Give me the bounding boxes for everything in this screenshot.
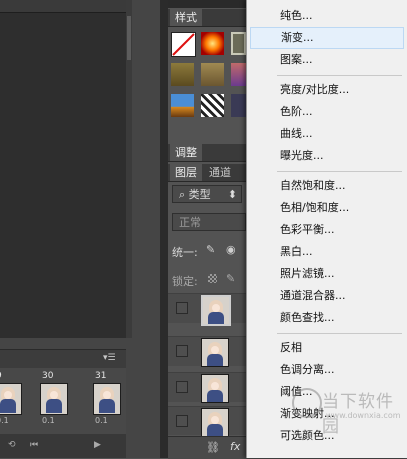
animation-frame[interactable]: 30 0.1 bbox=[40, 371, 68, 429]
style-swatch[interactable] bbox=[231, 63, 246, 86]
menu-item-pattern[interactable]: 图案... bbox=[250, 49, 404, 71]
menu-separator bbox=[277, 171, 402, 172]
menu-item-photo-filter[interactable]: 照片滤镜... bbox=[250, 263, 404, 285]
layer-thumbnail bbox=[201, 338, 229, 367]
frame-thumbnail bbox=[0, 383, 22, 415]
lock-brush-icon[interactable]: ✎ bbox=[226, 272, 235, 285]
unify-visibility-icon[interactable]: ◉ bbox=[226, 243, 236, 256]
blend-mode-value: 正常 bbox=[179, 216, 201, 229]
kind-filter-value: 类型 bbox=[188, 188, 211, 201]
frame-number: 9 bbox=[0, 371, 2, 381]
menu-item-posterize[interactable]: 色调分离... bbox=[250, 359, 404, 381]
layer-filter-select[interactable]: ⌕ 类型 ⬍ bbox=[172, 185, 242, 203]
style-swatch[interactable] bbox=[201, 63, 224, 86]
menu-item-color-balance[interactable]: 色彩平衡... bbox=[250, 219, 404, 241]
menu-item-curves[interactable]: 曲线... bbox=[250, 123, 404, 145]
visibility-toggle[interactable] bbox=[176, 415, 188, 427]
menu-item-invert[interactable]: 反相 bbox=[250, 337, 404, 359]
document-scrollbar-thumb[interactable] bbox=[127, 16, 131, 60]
panel-menu-icon[interactable]: ▾☰ bbox=[103, 353, 116, 363]
menu-item-vibrance[interactable]: 自然饱和度... bbox=[250, 175, 404, 197]
frame-number: 31 bbox=[95, 371, 107, 381]
lock-label: 锁定: bbox=[172, 275, 198, 288]
menu-item-gradient[interactable]: 渐变... bbox=[250, 27, 404, 49]
loop-icon[interactable]: ⟲ bbox=[8, 440, 16, 450]
style-swatch[interactable] bbox=[231, 32, 246, 55]
unify-position-icon[interactable]: ✎ bbox=[206, 243, 215, 256]
document-canvas[interactable] bbox=[0, 0, 127, 338]
menu-separator bbox=[277, 333, 402, 334]
menu-item-solid-color[interactable]: 纯色... bbox=[250, 5, 404, 27]
timeline-footer bbox=[0, 434, 126, 458]
layer-thumbnail bbox=[201, 374, 229, 403]
visibility-toggle[interactable] bbox=[176, 381, 188, 393]
dock-divider[interactable] bbox=[160, 0, 168, 458]
animation-frames: 9 0.1 30 0.1 31 0.1 bbox=[0, 368, 126, 434]
watermark-url: www.downxia.com bbox=[326, 411, 401, 420]
frame-number: 30 bbox=[42, 371, 54, 381]
menu-item-hue-saturation[interactable]: 色相/饱和度... bbox=[250, 197, 404, 219]
visibility-toggle[interactable] bbox=[176, 345, 188, 357]
menu-separator bbox=[277, 75, 402, 76]
animation-frame[interactable]: 31 0.1 bbox=[93, 371, 121, 429]
blend-mode-select[interactable]: 正常 bbox=[172, 213, 246, 231]
tab-styles[interactable]: 样式 bbox=[170, 9, 202, 26]
search-icon: ⌕ bbox=[179, 188, 189, 201]
fx-button[interactable]: fx bbox=[230, 440, 240, 453]
frame-delay[interactable]: 0.1 bbox=[0, 416, 9, 425]
menu-item-brightness-contrast[interactable]: 亮度/对比度... bbox=[250, 79, 404, 101]
animation-frame[interactable]: 9 0.1 bbox=[0, 371, 22, 429]
document-top-strip bbox=[0, 0, 126, 13]
frame-thumbnail bbox=[40, 383, 68, 415]
watermark-logo bbox=[292, 388, 322, 418]
menu-item-color-lookup[interactable]: 颜色查找... bbox=[250, 307, 404, 329]
play-icon[interactable]: ▶ bbox=[94, 440, 101, 450]
tab-adjustments[interactable]: 调整 bbox=[170, 144, 202, 161]
style-swatch[interactable] bbox=[171, 94, 194, 117]
lock-transparency-icon[interactable] bbox=[208, 274, 217, 283]
tab-channels[interactable]: 通道 bbox=[204, 164, 236, 181]
tab-layers[interactable]: 图层 bbox=[170, 164, 202, 181]
layer-thumbnail bbox=[201, 408, 229, 437]
menu-item-channel-mixer[interactable]: 通道混合器... bbox=[250, 285, 404, 307]
frame-delay[interactable]: 0.1 bbox=[95, 416, 108, 425]
style-swatch[interactable] bbox=[201, 32, 224, 55]
first-frame-icon[interactable]: ⏮ bbox=[30, 440, 38, 450]
visibility-toggle[interactable] bbox=[176, 302, 188, 314]
style-none-swatch[interactable] bbox=[171, 32, 196, 57]
link-layers-icon[interactable]: ⛓ bbox=[206, 441, 220, 454]
style-swatch[interactable] bbox=[201, 94, 224, 117]
unify-label: 统一: bbox=[172, 246, 198, 259]
frame-delay[interactable]: 0.1 bbox=[42, 416, 55, 425]
watermark: 当下软件园 www.downxia.com bbox=[292, 386, 401, 437]
style-swatch[interactable] bbox=[171, 63, 194, 86]
frame-thumbnail bbox=[93, 383, 121, 415]
style-swatch[interactable] bbox=[231, 94, 246, 117]
chevron-down-icon: ⬍ bbox=[227, 188, 237, 201]
menu-item-exposure[interactable]: 曝光度... bbox=[250, 145, 404, 167]
menu-item-levels[interactable]: 色阶... bbox=[250, 101, 404, 123]
layer-thumbnail bbox=[201, 295, 231, 326]
menu-item-black-white[interactable]: 黑白... bbox=[250, 241, 404, 263]
